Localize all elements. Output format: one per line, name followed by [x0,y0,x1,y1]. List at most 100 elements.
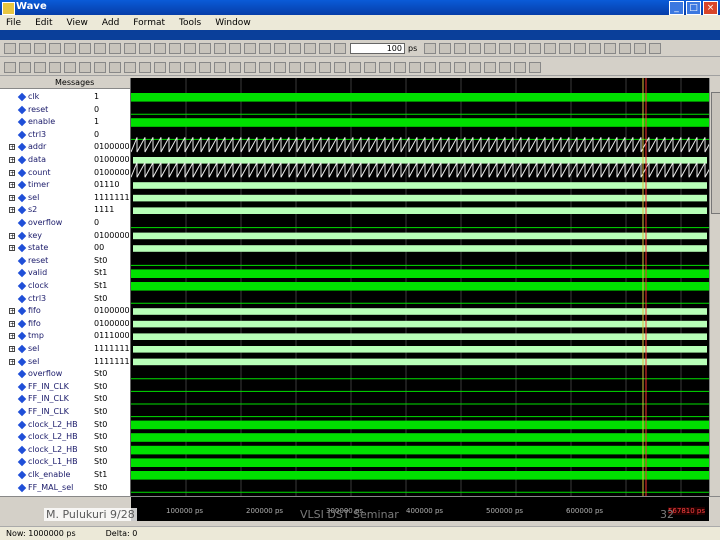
toolbar-button[interactable] [109,43,121,54]
signal-row[interactable]: ctrl3 0 [0,129,130,142]
toolbar-button[interactable] [94,62,106,73]
signal-row[interactable]: clock St1 [0,280,130,293]
toolbar-button[interactable] [49,43,61,54]
signal-row[interactable]: + s2 1111 [0,204,130,217]
toolbar-button[interactable] [4,43,16,54]
toolbar-button[interactable] [499,62,511,73]
signal-row[interactable]: clock_L2_HB St0 [0,431,130,444]
toolbar-button[interactable] [469,43,481,54]
toolbar-button[interactable] [124,43,136,54]
menu-edit[interactable]: Edit [35,18,52,28]
toolbar-button[interactable] [409,62,421,73]
toolbar-button[interactable] [364,62,376,73]
toolbar-button[interactable] [64,62,76,73]
toolbar-button[interactable] [544,43,556,54]
expand-icon[interactable]: + [9,194,15,201]
toolbar-button[interactable] [349,62,361,73]
minimize-icon[interactable]: _ [669,1,684,15]
toolbar-button[interactable] [4,62,16,73]
toolbar-button[interactable] [454,62,466,73]
toolbar-button[interactable] [139,62,151,73]
toolbar-button[interactable] [199,62,211,73]
signal-row[interactable]: clk_enable St1 [0,469,130,482]
signal-row[interactable]: FF_IN_CLK St0 [0,393,130,406]
signal-row[interactable]: + sel 11111111 [0,192,130,205]
signal-row[interactable]: + sel 11111111 [0,356,130,369]
toolbar-button[interactable] [559,43,571,54]
toolbar-button[interactable] [214,62,226,73]
toolbar-button[interactable] [499,43,511,54]
expand-icon[interactable]: + [9,144,15,151]
toolbar-button[interactable] [469,62,481,73]
toolbar-button[interactable] [184,62,196,73]
toolbar-button[interactable] [79,43,91,54]
signal-row[interactable]: + sel 11111111 [0,343,130,356]
signal-row[interactable]: valid St1 [0,267,130,280]
toolbar-button[interactable] [19,62,31,73]
toolbar-button[interactable] [319,62,331,73]
signal-row[interactable]: + addr 01000000 [0,141,130,154]
toolbar-button[interactable] [394,62,406,73]
toolbar-button[interactable] [169,43,181,54]
toolbar-button[interactable] [529,43,541,54]
menu-format[interactable]: Format [133,18,165,28]
waveform-pane[interactable] [131,78,709,496]
signal-row[interactable]: overflow St0 [0,368,130,381]
toolbar-button[interactable] [259,43,271,54]
waveform-canvas[interactable] [131,78,709,496]
toolbar-button[interactable] [229,62,241,73]
toolbar-button[interactable] [334,62,346,73]
toolbar-button[interactable] [289,43,301,54]
toolbar-button[interactable] [229,43,241,54]
toolbar-button[interactable] [34,43,46,54]
toolbar-button[interactable] [334,43,346,54]
toolbar-button[interactable] [439,43,451,54]
expand-icon[interactable]: + [9,169,15,176]
signal-row[interactable]: clk 1 [0,91,130,104]
toolbar-button[interactable] [574,43,586,54]
signal-row[interactable]: FF_IN_CLK St0 [0,406,130,419]
toolbar-button[interactable] [139,43,151,54]
toolbar-button[interactable] [49,62,61,73]
toolbar-button[interactable] [604,43,616,54]
signal-row[interactable]: FF_IN_CLK St0 [0,381,130,394]
toolbar-button[interactable] [124,62,136,73]
signal-row[interactable]: + fifo 01000000 [0,318,130,331]
signal-row[interactable]: + state 00 [0,242,130,255]
signal-row[interactable]: enable 1 [0,116,130,129]
signal-row[interactable]: + key 01000000 [0,230,130,243]
signal-row[interactable]: clock_L2_HB St0 [0,444,130,457]
signal-list-pane[interactable]: Messages clk 1 reset 0 enable 1 ctrl3 0 + addr 010… [0,78,131,496]
toolbar-button[interactable] [109,62,121,73]
toolbar-button[interactable] [184,43,196,54]
expand-icon[interactable]: + [9,245,15,252]
toolbar-button[interactable] [259,62,271,73]
toolbar-button[interactable] [154,43,166,54]
vertical-scrollbar[interactable] [709,78,720,496]
time-field[interactable]: 100 [350,43,405,54]
toolbar-button[interactable] [64,43,76,54]
expand-icon[interactable]: + [9,333,15,340]
signal-row[interactable]: + data 01000000 [0,154,130,167]
signal-row[interactable]: clock_L2_HB St0 [0,419,130,432]
expand-icon[interactable]: + [9,157,15,164]
signal-row[interactable]: ctrl3 St0 [0,293,130,306]
toolbar-button[interactable] [619,43,631,54]
toolbar-button[interactable] [19,43,31,54]
menu-view[interactable]: View [67,18,88,28]
expand-icon[interactable]: + [9,358,15,365]
toolbar-button[interactable] [289,62,301,73]
signal-row[interactable]: reset 0 [0,104,130,117]
signal-row[interactable]: + count 01000000 [0,167,130,180]
menu-window[interactable]: Window [215,18,251,28]
signal-row[interactable]: overflow 0 [0,217,130,230]
expand-icon[interactable]: + [9,308,15,315]
menu-add[interactable]: Add [102,18,119,28]
signal-row[interactable]: FF_MAL_sel St0 [0,482,130,495]
toolbar-button[interactable] [424,62,436,73]
toolbar-button[interactable] [424,43,436,54]
scrollbar-thumb[interactable] [711,92,720,214]
toolbar-button[interactable] [319,43,331,54]
expand-icon[interactable]: + [9,232,15,239]
toolbar-button[interactable] [274,43,286,54]
